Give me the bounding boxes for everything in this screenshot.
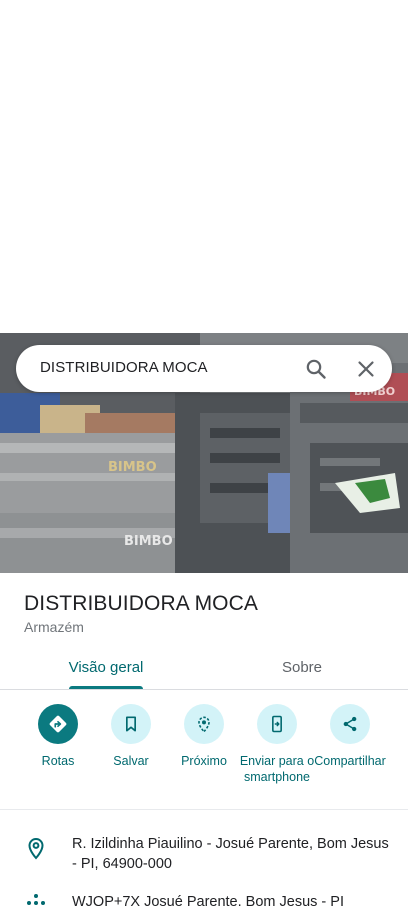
bookmark-icon [111,704,151,744]
tab-about[interactable]: Sobre [236,644,368,690]
plus-code-icon [24,892,48,906]
plus-code-text: WJQP+7X Josué Parente, Bom Jesus - PI [72,894,344,906]
crate-logo-2: BIMBO [124,534,173,549]
directions-icon [38,704,78,744]
share-icon [330,704,370,744]
place-title: DISTRIBUIDORA MOCA [24,592,258,615]
directions-button[interactable]: Rotas [20,704,96,769]
active-tab-indicator [69,686,143,689]
search-bar[interactable]: DISTRIBUIDORA MOCA [16,345,392,392]
tab-overview[interactable]: Visão geral [40,644,172,690]
location-pin-icon [24,836,48,860]
nearby-icon [184,704,224,744]
search-input[interactable]: DISTRIBUIDORA MOCA [40,359,208,376]
action-row: Rotas Salvar Próximo Enviar para o smart… [0,690,408,810]
share-label: Compartilhar [314,754,386,768]
send-to-phone-button[interactable]: Enviar para o smartphone [239,704,315,785]
directions-label: Rotas [41,754,75,768]
save-button[interactable]: Salvar [93,704,169,769]
nearby-button[interactable]: Próximo [166,704,242,769]
close-icon[interactable] [354,357,378,381]
save-label: Salvar [113,754,149,768]
send-to-phone-label: Enviar para o smartphone [239,754,315,784]
map-blank-area [0,0,408,333]
share-button[interactable]: Compartilhar [312,704,388,769]
tab-bar: Visão geral Sobre [0,644,408,690]
search-icon[interactable] [304,357,328,381]
nearby-label: Próximo [181,754,227,768]
send-to-phone-icon [257,704,297,744]
crate-logo-1: BIMBO [108,460,157,475]
place-category[interactable]: Armazém [24,619,84,635]
address-text: R. Izildinha Piauilino - Josué Parente, … [72,836,389,872]
